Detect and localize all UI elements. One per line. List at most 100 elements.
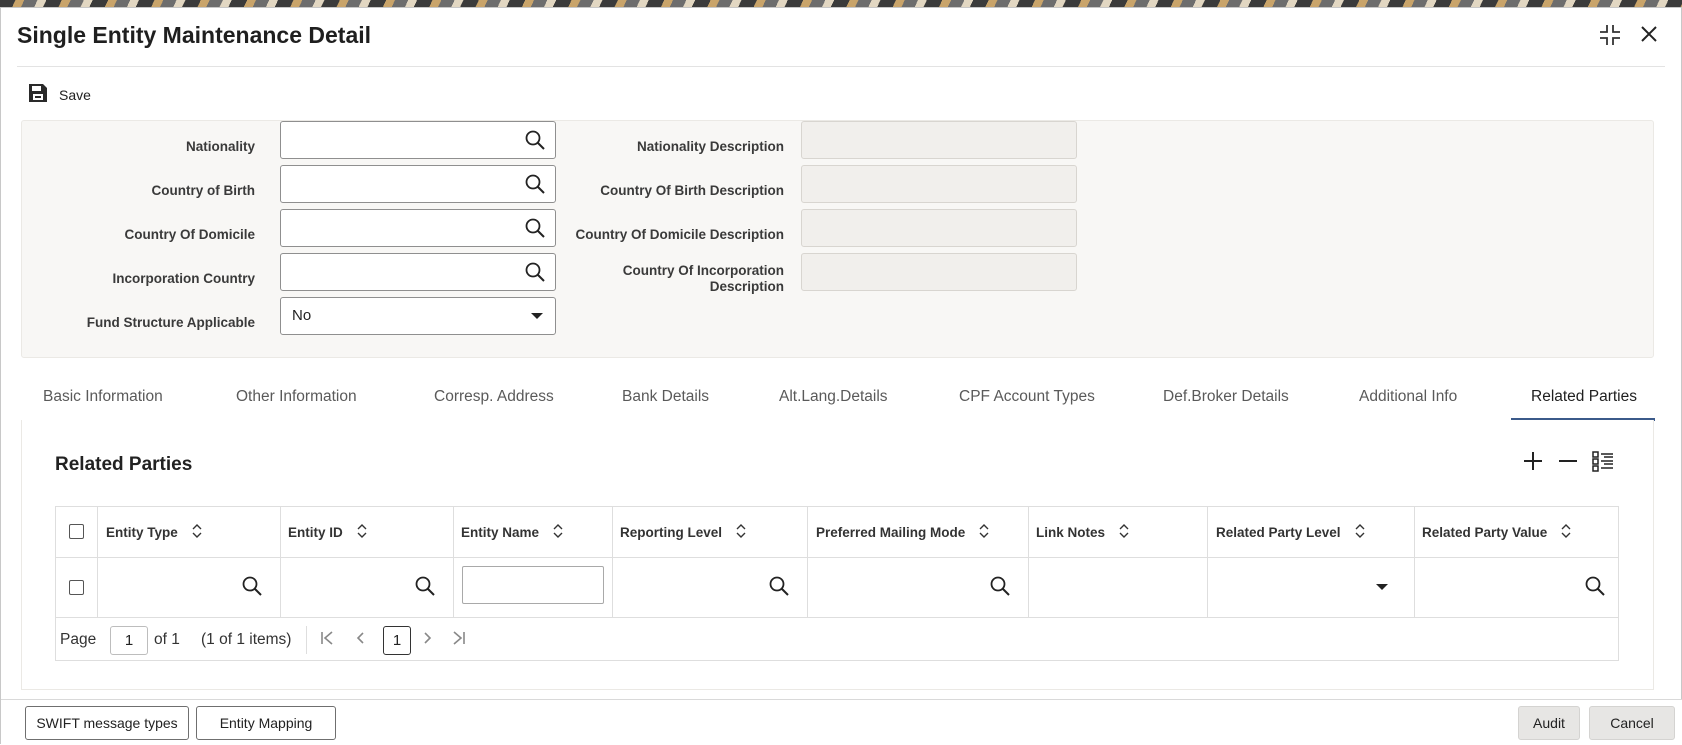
last-page-icon[interactable] (452, 630, 466, 651)
entity-name-input[interactable] (462, 566, 604, 604)
sort-icon[interactable] (1355, 524, 1365, 541)
incorporation-country-input[interactable] (280, 253, 556, 291)
country-of-domicile-input[interactable] (280, 209, 556, 247)
tab-related-parties[interactable]: Related Parties (1531, 388, 1637, 406)
column-header-reporting-level[interactable]: Reporting Level (620, 524, 746, 541)
first-page-icon[interactable] (320, 630, 334, 651)
grid-pagination: Page 1 of 1 (1 of 1 items) 1 (56, 618, 1618, 661)
column-label: Entity ID (288, 525, 343, 540)
search-icon[interactable] (1585, 576, 1605, 601)
search-icon[interactable] (415, 576, 435, 601)
country-of-birth-desc-label: Country Of Birth Description (600, 183, 784, 198)
sort-icon[interactable] (357, 524, 367, 541)
sort-icon[interactable] (979, 524, 989, 541)
add-icon[interactable] (1522, 450, 1544, 477)
sort-icon[interactable] (192, 524, 202, 541)
nationality-input[interactable] (280, 121, 556, 159)
column-header-preferred-mailing-mode[interactable]: Preferred Mailing Mode (816, 524, 989, 541)
country-of-incorporation-desc-label-line2: Description (709, 279, 784, 294)
tab-def-broker-details[interactable]: Def.Broker Details (1163, 388, 1289, 406)
remove-icon[interactable] (1557, 450, 1579, 477)
sort-icon[interactable] (1561, 524, 1571, 541)
page-number-input[interactable]: 1 (110, 626, 148, 655)
tab-cpf-account-types[interactable]: CPF Account Types (959, 388, 1095, 406)
previous-page-icon[interactable] (355, 630, 365, 651)
cancel-button[interactable]: Cancel (1589, 706, 1675, 740)
column-label: Related Party Level (1216, 525, 1341, 540)
close-icon[interactable] (1639, 24, 1659, 49)
dialog-footer: SWIFT message types Entity Mapping Audit… (1, 699, 1682, 745)
tab-bank-details[interactable]: Bank Details (622, 388, 709, 406)
country-of-birth-input[interactable] (280, 165, 556, 203)
chevron-down-icon[interactable] (1376, 584, 1388, 590)
country-of-incorporation-desc-label: Country Of Incorporation Description (623, 263, 784, 295)
tab-alt-lang-details[interactable]: Alt.Lang.Details (779, 388, 888, 406)
column-label: Entity Type (106, 525, 178, 540)
tab-corresp-address[interactable]: Corresp. Address (434, 388, 554, 406)
search-icon[interactable] (242, 576, 262, 601)
country-of-birth-label: Country of Birth (151, 183, 256, 198)
column-header-entity-name[interactable]: Entity Name (461, 524, 563, 541)
column-settings-icon[interactable] (1592, 450, 1614, 477)
fund-structure-label: Fund Structure Applicable (86, 315, 255, 330)
column-header-entity-type[interactable]: Entity Type (106, 524, 202, 541)
tab-bar: Basic Information Other Information Corr… (21, 378, 1655, 421)
grid-header-row: Entity Type Entity ID Entity Name Report… (56, 507, 1618, 558)
country-of-incorporation-desc-field (801, 253, 1077, 291)
country-of-domicile-desc-label: Country Of Domicile Description (575, 227, 784, 242)
row-checkbox[interactable] (69, 580, 84, 595)
page-label: Page (60, 631, 97, 648)
entity-form-panel: Nationality Country of Birth Country Of … (21, 120, 1654, 358)
save-label: Save (59, 87, 91, 103)
fund-structure-select[interactable]: No (280, 297, 556, 335)
search-icon[interactable] (525, 218, 545, 243)
title-separator (17, 66, 1665, 67)
sort-icon[interactable] (736, 524, 746, 541)
column-header-link-notes[interactable]: Link Notes (1036, 524, 1129, 541)
fund-structure-value: No (292, 307, 312, 324)
pager-divider (306, 626, 307, 654)
items-count-label: (1 of 1 items) (201, 631, 292, 648)
search-icon[interactable] (525, 130, 545, 155)
select-all-checkbox[interactable] (69, 524, 84, 539)
dialog-window: Single Entity Maintenance Detail Save Na… (0, 7, 1682, 745)
chevron-down-icon (531, 313, 543, 319)
column-label: Link Notes (1036, 525, 1106, 540)
next-page-icon[interactable] (423, 630, 433, 651)
country-of-domicile-desc-field (801, 209, 1077, 247)
nationality-label: Nationality (185, 139, 255, 154)
column-header-related-party-value[interactable]: Related Party Value (1422, 524, 1571, 541)
current-page-button[interactable]: 1 (383, 626, 411, 655)
entity-mapping-button[interactable]: Entity Mapping (196, 706, 336, 740)
search-icon[interactable] (769, 576, 789, 601)
column-label: Reporting Level (620, 525, 723, 540)
top-decorative-strip (0, 0, 1682, 7)
save-button[interactable]: Save (27, 80, 91, 110)
tab-additional-info[interactable]: Additional Info (1359, 388, 1457, 406)
column-header-related-party-level[interactable]: Related Party Level (1216, 524, 1365, 541)
column-header-entity-id[interactable]: Entity ID (288, 524, 367, 541)
tab-basic-information[interactable]: Basic Information (43, 388, 163, 406)
restore-icon[interactable] (1599, 24, 1621, 51)
column-label: Entity Name (461, 525, 540, 540)
nationality-desc-field (801, 121, 1077, 159)
country-of-incorporation-desc-label-line1: Country Of Incorporation (622, 263, 784, 278)
column-label: Preferred Mailing Mode (816, 525, 966, 540)
title-bar: Single Entity Maintenance Detail (1, 8, 1681, 64)
sort-icon[interactable] (553, 524, 563, 541)
country-of-birth-desc-field (801, 165, 1077, 203)
swift-message-types-button[interactable]: SWIFT message types (25, 706, 189, 740)
search-icon[interactable] (525, 262, 545, 287)
search-icon[interactable] (525, 174, 545, 199)
tab-other-information[interactable]: Other Information (236, 388, 357, 406)
column-label: Related Party Value (1422, 525, 1548, 540)
save-icon (27, 82, 49, 109)
related-parties-panel: Related Parties Entity Type Entity ID En… (21, 420, 1654, 690)
sort-icon[interactable] (1119, 524, 1129, 541)
audit-button[interactable]: Audit (1518, 706, 1580, 740)
table-row (56, 558, 1618, 618)
search-icon[interactable] (990, 576, 1010, 601)
window-title: Single Entity Maintenance Detail (17, 22, 372, 48)
related-parties-grid: Entity Type Entity ID Entity Name Report… (55, 506, 1619, 661)
nationality-desc-label: Nationality Description (636, 139, 784, 154)
